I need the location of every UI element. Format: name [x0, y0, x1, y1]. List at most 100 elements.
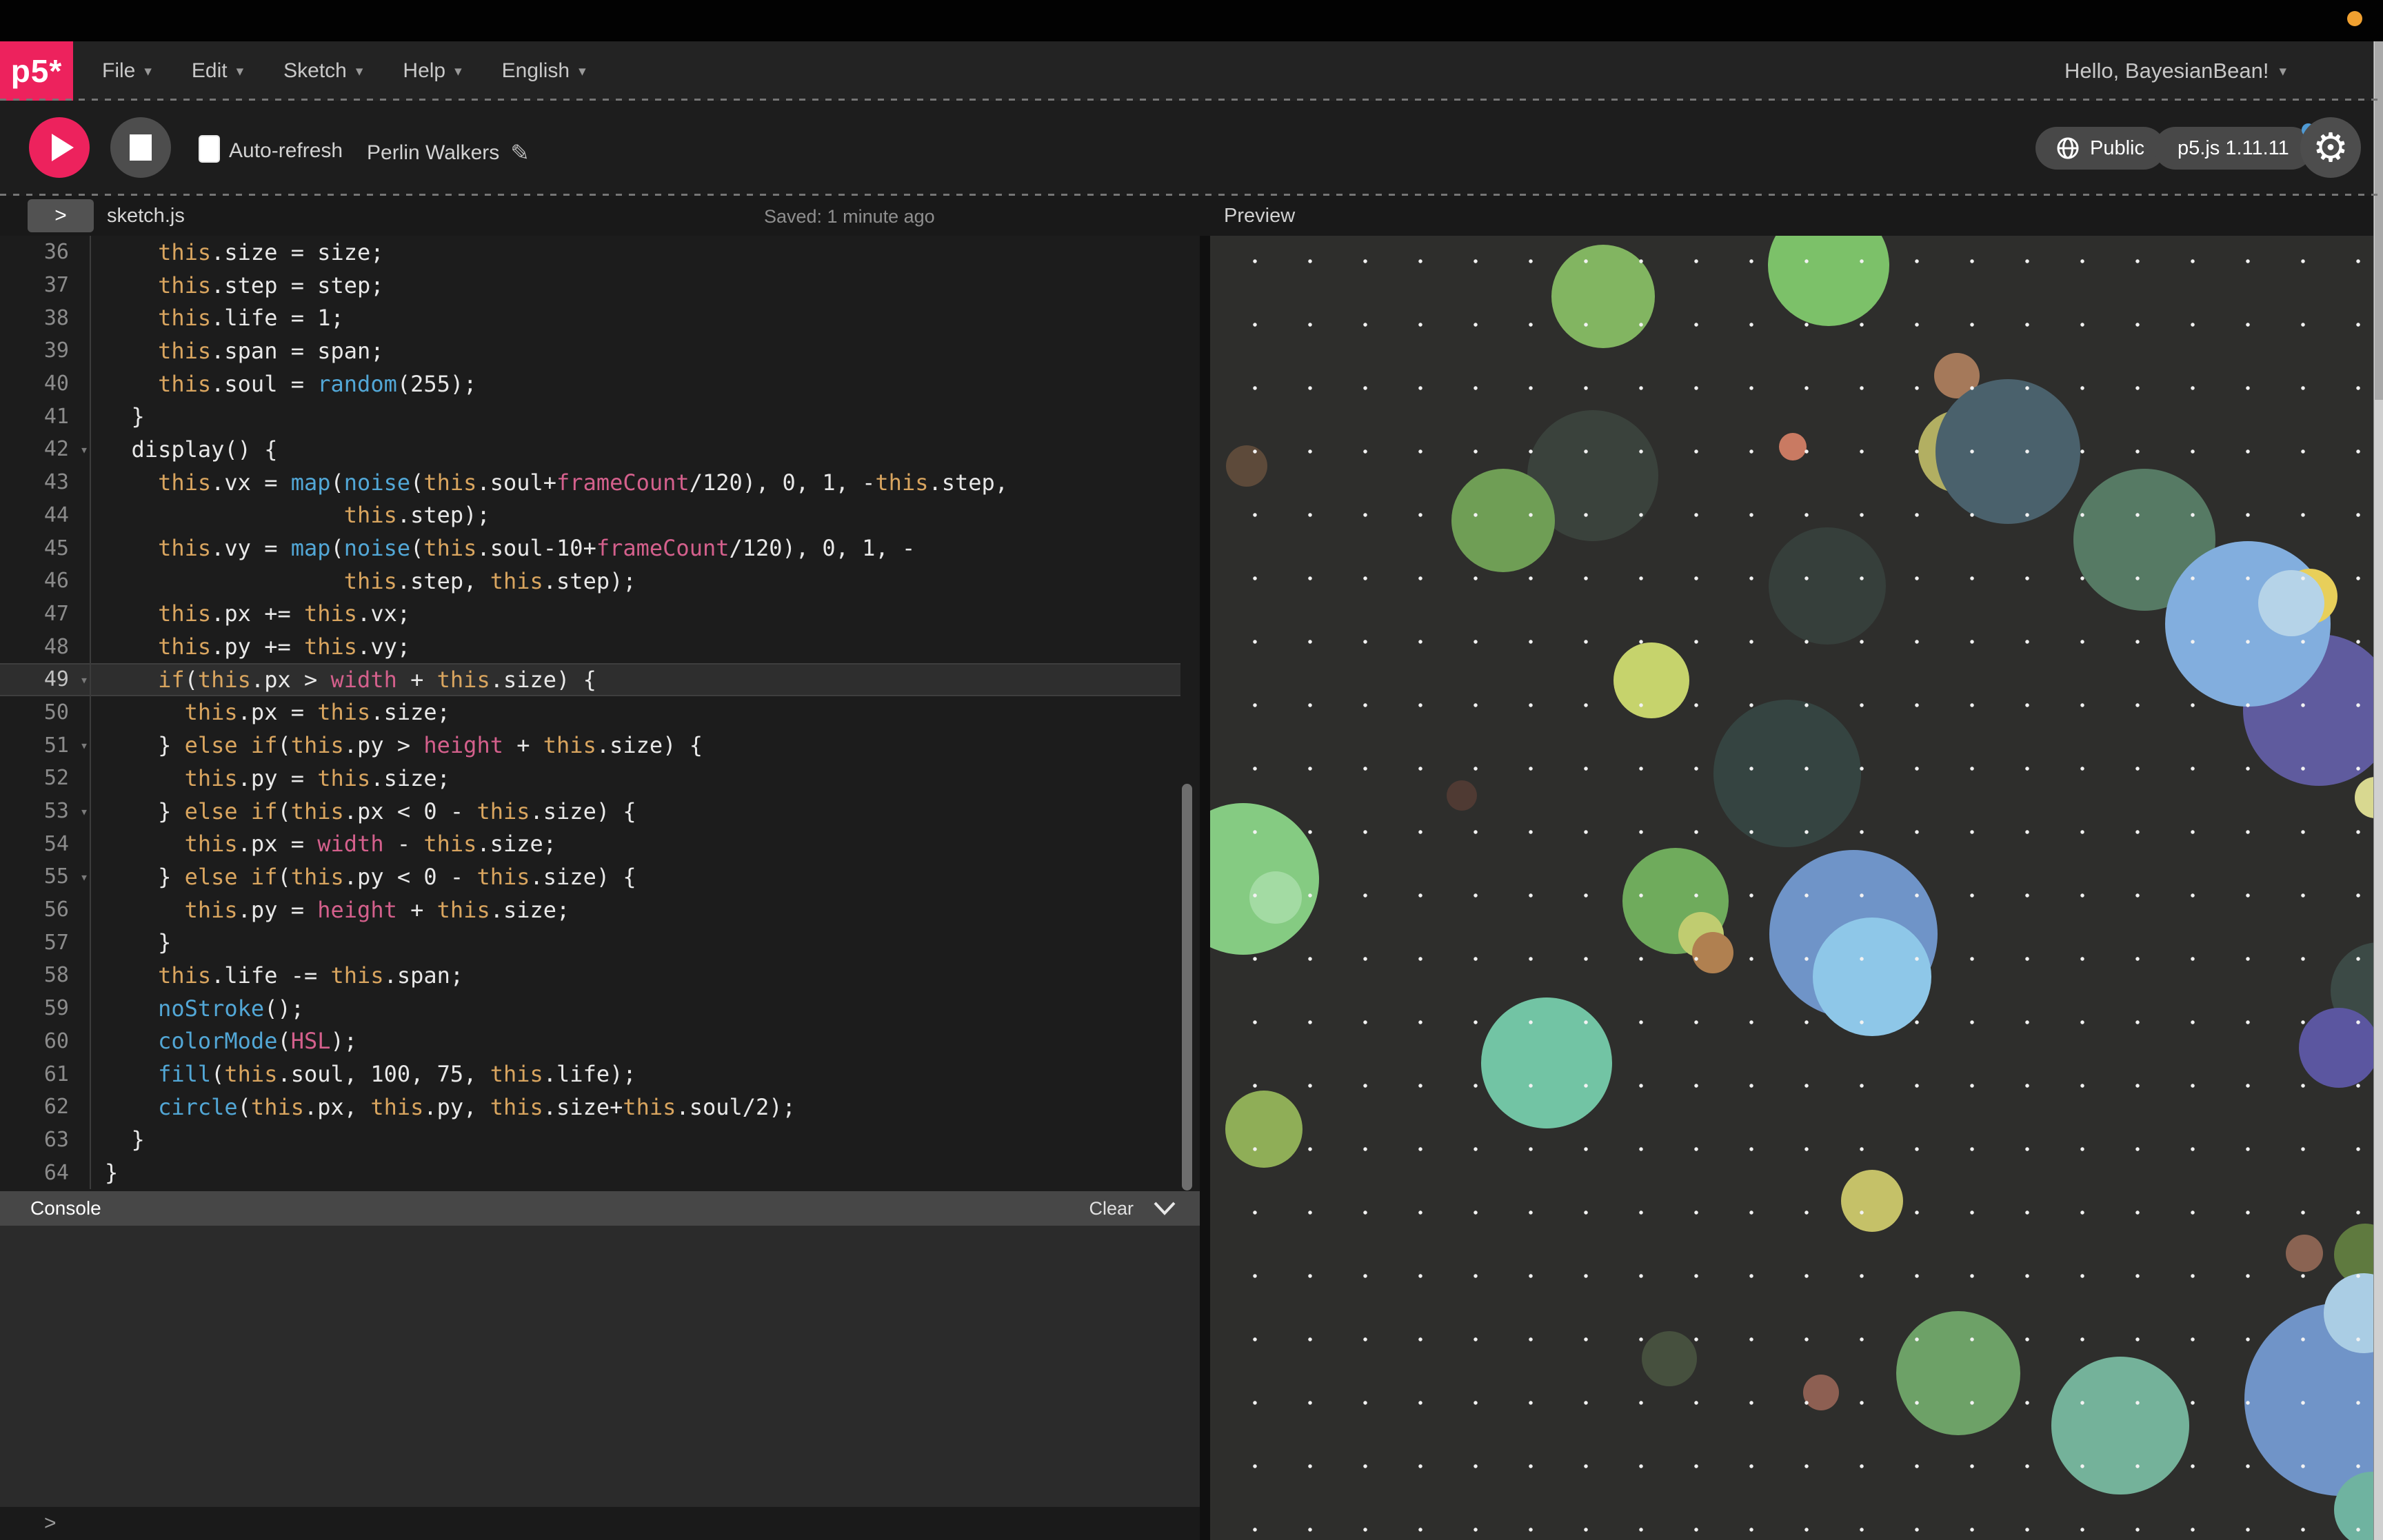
sidebar-expand-button[interactable]: > — [28, 199, 94, 232]
gear-icon: ⚙ — [2313, 124, 2349, 171]
walker-circle — [2299, 1008, 2373, 1088]
chevron-down-icon: ▾ — [579, 63, 586, 80]
walker-circle — [1249, 871, 1302, 924]
fold-arrow-icon[interactable]: ▾ — [80, 803, 88, 820]
line-number: 43 — [0, 470, 90, 494]
menu-file[interactable]: File ▾ — [102, 59, 152, 83]
divider-dashed — [0, 99, 2383, 101]
saved-status: Saved: 1 minute ago — [764, 206, 935, 227]
stop-button[interactable] — [110, 117, 171, 178]
edit-pencil-icon[interactable]: ✎ — [510, 139, 530, 166]
code-line-43: 43 this.vx = map(noise(this.soul+frameCo… — [0, 466, 1200, 499]
editor-scrollbar[interactable] — [1182, 784, 1192, 1191]
settings-button[interactable]: ⚙ — [2300, 117, 2361, 178]
auto-refresh-checkbox[interactable] — [199, 135, 220, 163]
pane-divider[interactable] — [1200, 236, 1210, 1540]
code-editor[interactable]: 36 this.size = size;37 this.step = step;… — [0, 236, 1200, 1191]
console-title: Console — [30, 1197, 101, 1219]
chevron-down-icon: ▾ — [454, 63, 462, 80]
code-line-58: 58 this.life -= this.span; — [0, 959, 1200, 992]
line-number: 52 — [0, 766, 90, 790]
code-line-49: 49▾ if(this.px > width + this.size) { — [0, 663, 1180, 696]
menu-edit[interactable]: Edit ▾ — [192, 59, 243, 83]
walker-circle — [1225, 1091, 1303, 1168]
tab-sketch-js[interactable]: sketch.js — [107, 205, 185, 227]
fold-arrow-icon[interactable]: ▾ — [80, 869, 88, 885]
code-text: fill(this.soul, 100, 75, this.life); — [90, 1057, 636, 1091]
walker-circle — [1769, 527, 1886, 645]
public-label: Public — [2090, 137, 2144, 160]
line-number: 48 — [0, 635, 90, 659]
line-number: 62 — [0, 1095, 90, 1119]
play-icon — [52, 134, 74, 161]
code-text: } else if(this.py > height + this.size) … — [90, 729, 703, 762]
line-number: 39 — [0, 338, 90, 363]
version-label: p5.js 1.11.11 — [2178, 137, 2289, 160]
preview-canvas — [1210, 236, 2373, 1540]
walker-circle — [1813, 918, 1931, 1036]
code-line-52: 52 this.py = this.size; — [0, 762, 1200, 795]
window-scrollbar-thumb[interactable] — [2375, 41, 2383, 400]
line-number: 57 — [0, 931, 90, 955]
line-number: 44 — [0, 503, 90, 527]
line-number: 47 — [0, 602, 90, 626]
walker-circle — [1551, 245, 1655, 348]
public-button[interactable]: Public — [2035, 127, 2165, 170]
code-text: this.step, this.step); — [90, 565, 636, 598]
code-text: this.vx = map(noise(this.soul+frameCount… — [90, 466, 1008, 499]
version-button[interactable]: p5.js 1.11.11 — [2154, 127, 2313, 170]
code-text: this.life = 1; — [90, 301, 344, 334]
line-number: 54 — [0, 832, 90, 856]
recording-dot-icon — [2347, 11, 2362, 26]
greeting-label: Hello, BayesianBean! — [2064, 59, 2269, 83]
auto-refresh-label: Auto-refresh — [229, 139, 343, 163]
console-output — [0, 1226, 1200, 1507]
code-line-37: 37 this.step = step; — [0, 269, 1200, 302]
chevron-down-icon: ▾ — [356, 63, 363, 80]
walker-circle — [1935, 379, 2080, 524]
account-menu[interactable]: Hello, BayesianBean! ▾ — [2064, 41, 2286, 101]
code-line-38: 38 this.life = 1; — [0, 301, 1200, 334]
line-number: 58 — [0, 963, 90, 987]
code-text: this.life -= this.span; — [90, 959, 463, 992]
walker-circle — [1713, 700, 1861, 847]
code-text: } — [90, 400, 145, 433]
code-line-47: 47 this.px += this.vx; — [0, 598, 1200, 631]
console-prompt-bar: > — [0, 1507, 1200, 1540]
code-text: this.py += this.vy; — [90, 630, 410, 663]
code-text: this.px = this.size; — [90, 696, 450, 729]
file-tab-bar: > sketch.js Saved: 1 minute ago Preview — [0, 196, 2383, 236]
fold-arrow-icon[interactable]: ▾ — [80, 737, 88, 753]
code-text: this.vy = map(noise(this.soul-10+frameCo… — [90, 531, 915, 565]
chevron-down-icon: ▾ — [2279, 63, 2286, 80]
line-number: 51▾ — [0, 733, 90, 758]
menu-language[interactable]: English ▾ — [502, 59, 586, 83]
menu-help[interactable]: Help ▾ — [403, 59, 461, 83]
code-text: this.size = size; — [90, 236, 384, 269]
code-line-59: 59 noStroke(); — [0, 992, 1200, 1025]
code-line-45: 45 this.vy = map(noise(this.soul-10+fram… — [0, 531, 1200, 565]
code-text: this.py = height + this.size; — [90, 893, 570, 926]
fold-arrow-icon[interactable]: ▾ — [80, 441, 88, 458]
console-clear-button[interactable]: Clear — [1089, 1198, 1134, 1219]
code-line-62: 62 circle(this.px, this.py, this.size+th… — [0, 1091, 1200, 1124]
walker-circle — [2286, 1235, 2323, 1272]
walker-circle — [1447, 780, 1477, 811]
window-scrollbar[interactable] — [2373, 41, 2383, 1540]
console-collapse-icon[interactable] — [1153, 1201, 1176, 1216]
walker-circle — [1779, 433, 1807, 460]
code-line-61: 61 fill(this.soul, 100, 75, this.life); — [0, 1057, 1200, 1091]
prompt-chevron-icon: > — [44, 1512, 57, 1535]
menu-sketch[interactable]: Sketch ▾ — [283, 59, 363, 83]
fold-arrow-icon[interactable]: ▾ — [80, 671, 88, 688]
p5-logo[interactable]: p5* — [0, 41, 73, 101]
line-number: 46 — [0, 569, 90, 593]
line-number: 55▾ — [0, 864, 90, 889]
code-line-64: 64} — [0, 1156, 1200, 1189]
play-button[interactable] — [29, 117, 90, 178]
toolbar: Auto-refresh Perlin Walkers ✎ Public p5.… — [0, 101, 2383, 196]
code-line-60: 60 colorMode(HSL); — [0, 1025, 1200, 1058]
chevron-right-icon: > — [54, 204, 67, 227]
code-line-51: 51▾ } else if(this.py > height + this.si… — [0, 729, 1200, 762]
code-line-63: 63 } — [0, 1124, 1200, 1157]
